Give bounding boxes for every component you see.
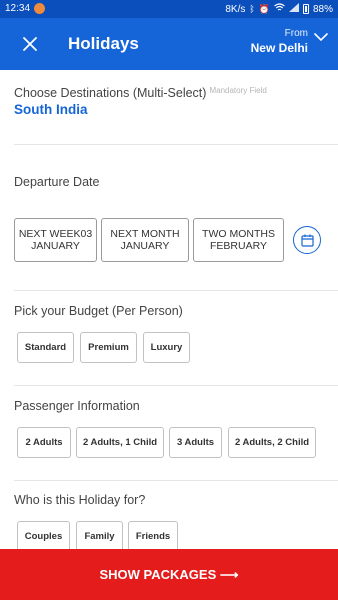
divider bbox=[14, 290, 338, 291]
passenger-option-2-adults-2-child[interactable]: 2 Adults, 2 Child bbox=[228, 427, 316, 458]
departure-label: Departure Date bbox=[14, 175, 100, 189]
holiday-for-option-family[interactable]: Family bbox=[76, 521, 123, 552]
passengers-label: Passenger Information bbox=[14, 399, 140, 413]
departure-option-two-months[interactable]: TWO MONTHS FEBRUARY bbox=[193, 218, 284, 262]
departure-option-line1: NEXT MONTH bbox=[110, 228, 180, 240]
passenger-option-3-adults[interactable]: 3 Adults bbox=[169, 427, 222, 458]
calendar-icon bbox=[301, 234, 314, 247]
notification-icon bbox=[34, 3, 45, 14]
close-icon[interactable] bbox=[20, 34, 40, 54]
app-header: Holidays From New Delhi bbox=[0, 18, 338, 70]
departure-option-line2: FEBRUARY bbox=[210, 240, 267, 252]
destination-label-text: Choose Destinations (Multi-Select) bbox=[14, 86, 207, 100]
net-speed: 8K/s bbox=[225, 3, 246, 15]
chevron-down-icon[interactable] bbox=[314, 32, 328, 42]
calendar-button[interactable] bbox=[293, 226, 321, 254]
budget-option-luxury[interactable]: Luxury bbox=[143, 332, 190, 363]
destination-field[interactable]: South India bbox=[14, 102, 88, 117]
departure-option-next-week[interactable]: NEXT WEEK03 JANUARY bbox=[14, 218, 97, 262]
battery-icon bbox=[302, 4, 309, 14]
holiday-for-option-couples[interactable]: Couples bbox=[17, 521, 70, 552]
status-time: 12:34 bbox=[5, 3, 31, 14]
holiday-for-option-friends[interactable]: Friends bbox=[128, 521, 178, 552]
departure-option-line2: JANUARY bbox=[120, 240, 170, 252]
budget-label: Pick your Budget (Per Person) bbox=[14, 304, 183, 318]
wifi-icon bbox=[274, 3, 285, 15]
battery-percent: 88% bbox=[312, 3, 333, 15]
from-city-selector[interactable]: New Delhi bbox=[251, 41, 308, 55]
from-label: From bbox=[284, 28, 308, 39]
show-packages-button[interactable]: SHOW PACKAGES ⟶ bbox=[0, 549, 338, 600]
divider bbox=[14, 480, 338, 481]
alarm-icon: ⏰ bbox=[258, 3, 270, 14]
bluetooth-icon: ᛒ bbox=[249, 3, 255, 14]
passenger-option-2-adults[interactable]: 2 Adults bbox=[17, 427, 71, 458]
departure-option-line2: JANUARY bbox=[31, 240, 80, 252]
page-title: Holidays bbox=[68, 34, 139, 53]
signal-icon bbox=[288, 3, 299, 15]
departure-option-line1: NEXT WEEK03 bbox=[18, 228, 93, 240]
status-indicators: 8K/s ᛒ ⏰ 88% bbox=[225, 3, 333, 15]
divider bbox=[14, 385, 338, 386]
status-bar: 12:34 8K/s ᛒ ⏰ 88% bbox=[0, 0, 338, 18]
budget-option-standard[interactable]: Standard bbox=[17, 332, 74, 363]
destination-label: Choose Destinations (Multi-Select) Mandat… bbox=[14, 86, 267, 100]
mandatory-note: Mandatory Field bbox=[209, 86, 267, 95]
budget-option-premium[interactable]: Premium bbox=[80, 332, 137, 363]
divider bbox=[14, 144, 338, 145]
holiday-for-label: Who is this Holiday for? bbox=[14, 493, 146, 507]
departure-option-line1: TWO MONTHS bbox=[202, 228, 275, 240]
passenger-option-2-adults-1-child[interactable]: 2 Adults, 1 Child bbox=[76, 427, 164, 458]
departure-option-next-month[interactable]: NEXT MONTH JANUARY bbox=[101, 218, 189, 262]
